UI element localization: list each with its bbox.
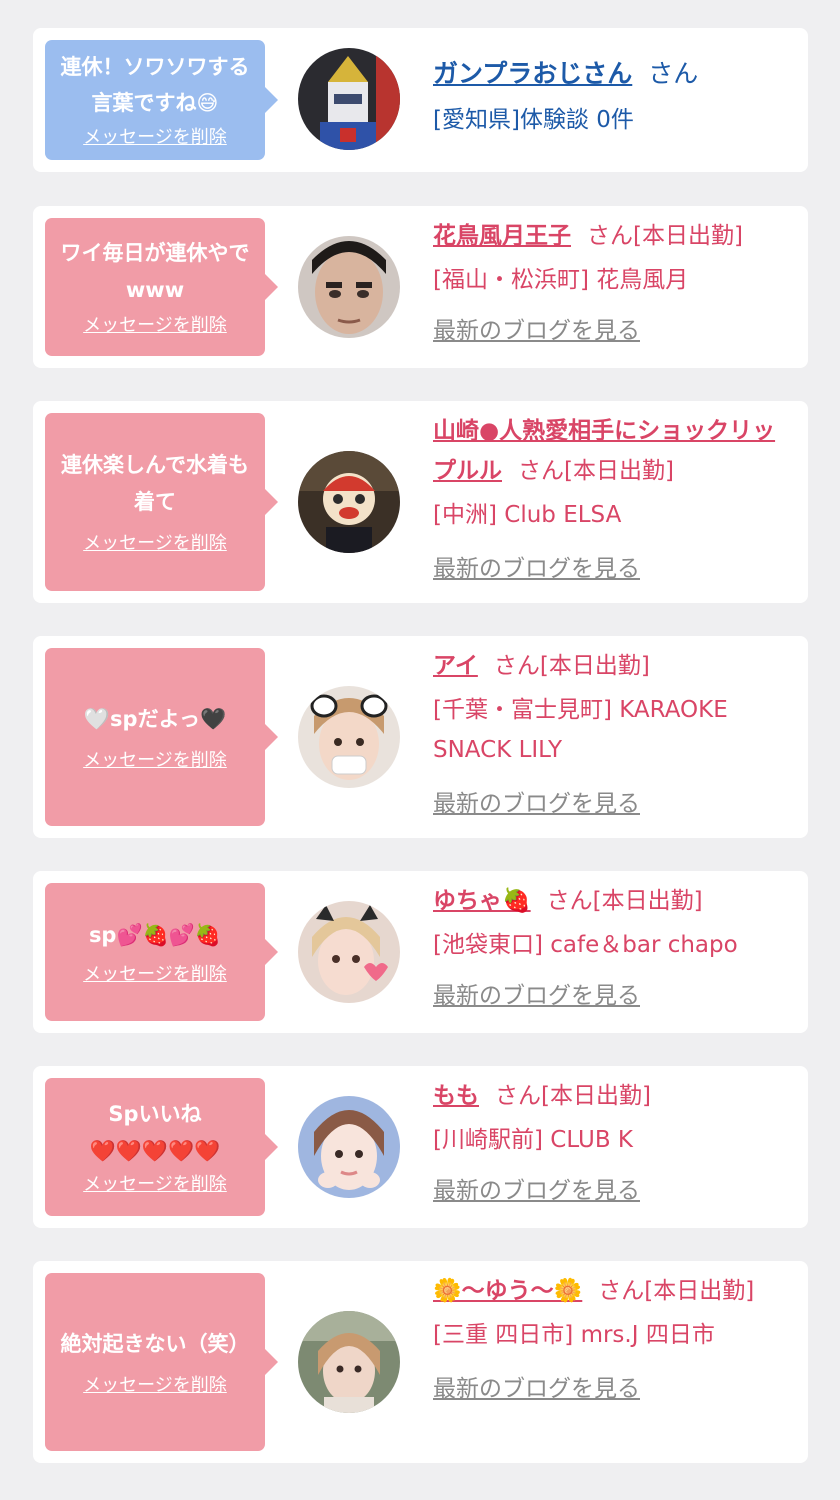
list-item: sp💕🍓💕🍓 メッセージを削除 ゆちゃ🍓 さん[本日出勤] [池袋東口] cafe… — [33, 871, 808, 1033]
user-suffix: さん[本日出勤] — [493, 653, 650, 679]
message-bubble: 🤍spだよっ🖤 メッセージを削除 — [45, 648, 278, 826]
message-list: 連休！ソワソワする言葉ですね😅 メッセージを削除 ガンプラおじさん さん [愛知県… — [0, 0, 840, 1500]
message-text: 🤍spだよっ🖤 — [83, 706, 227, 731]
name-line: アイ さん[本日出勤] — [433, 646, 793, 686]
message-bubble: sp💕🍓💕🍓 メッセージを削除 — [45, 883, 278, 1021]
name-line: ゆちゃ🍓 さん[本日出勤] — [433, 881, 793, 921]
user-suffix: さん[本日出勤] — [495, 1083, 651, 1109]
list-item: ワイ毎日が連休やでwww メッセージを削除 花鳥風月王子 さん[本日出勤] [福山… — [33, 206, 808, 368]
message-bubble: 絶対起きない（笑） メッセージを削除 — [45, 1273, 278, 1451]
user-location: [千葉・富士見町] KARAOKE SNACK LILY — [433, 697, 728, 763]
name-line: ガンプラおじさん さん — [433, 54, 793, 94]
delete-message-link[interactable]: メッセージを削除 — [83, 125, 227, 151]
user-info: ガンプラおじさん さん [愛知県]体験談 0件 — [433, 54, 793, 140]
user-suffix: さん[本日出勤] — [587, 223, 743, 249]
message-text: 連休！ソワソワする言葉ですね😅 — [60, 55, 250, 115]
message-text: sp💕🍓💕🍓 — [88, 922, 222, 947]
list-item: Spいいね ❤️❤️❤️❤️❤️ メッセージを削除 もも さん[本日出勤] [川崎… — [33, 1066, 808, 1228]
name-line: 🌼〜ゆう〜🌼 さん[本日出勤] — [433, 1271, 783, 1311]
latest-blog-link[interactable]: 最新のブログを見る — [433, 784, 793, 824]
message-text: 絶対起きない（笑） — [60, 1331, 250, 1356]
delete-message-link[interactable]: メッセージを削除 — [83, 531, 227, 557]
user-suffix: さん[本日出勤] — [546, 888, 703, 914]
delete-message-link[interactable]: メッセージを削除 — [83, 313, 227, 339]
user-info: もも さん[本日出勤] [川崎駅前] CLUB K 最新のブログを見る — [433, 1076, 793, 1211]
latest-blog-link[interactable]: 最新のブログを見る — [433, 976, 793, 1016]
delete-message-link[interactable]: メッセージを削除 — [83, 962, 227, 988]
user-suffix: さん[本日出勤] — [518, 458, 674, 484]
list-item: 連休楽しんで水着も着て メッセージを削除 山崎●人熟愛相手にショックリップルルさ… — [33, 401, 808, 603]
user-name-link[interactable]: ガンプラおじさん — [433, 59, 632, 88]
user-suffix: さん — [648, 59, 699, 88]
avatar[interactable] — [298, 236, 400, 338]
message-bubble: Spいいね ❤️❤️❤️❤️❤️ メッセージを削除 — [45, 1078, 278, 1216]
list-item: 連休！ソワソワする言葉ですね😅 メッセージを削除 ガンプラおじさん さん [愛知県… — [33, 28, 808, 172]
user-info: ゆちゃ🍓 さん[本日出勤] [池袋東口] cafe＆bar chapo 最新のブロ… — [433, 881, 793, 1016]
message-text: Spいいね ❤️❤️❤️❤️❤️ — [89, 1102, 221, 1163]
user-info: 山崎●人熟愛相手にショックリップルル さん[本日出勤] [中洲] Club ELS… — [433, 411, 793, 589]
name-line: 花鳥風月王子 さん[本日出勤] — [433, 216, 793, 256]
user-location: [三重 四日市] mrs.J 四日市 — [433, 1322, 715, 1348]
latest-blog-link[interactable]: 最新のブログを見る — [433, 1171, 793, 1211]
list-item: 絶対起きない（笑） メッセージを削除 🌼〜ゆう〜🌼 さん[本日出勤] [三重 四日… — [33, 1261, 808, 1463]
user-name-link[interactable]: アイ — [433, 653, 478, 679]
avatar[interactable] — [298, 1096, 400, 1198]
avatar[interactable] — [298, 686, 400, 788]
user-name-link[interactable]: もも — [433, 1083, 479, 1109]
list-item: 🤍spだよっ🖤 メッセージを削除 アイ さん[本日出勤] [千葉・富士見町] KA… — [33, 636, 808, 838]
latest-blog-link[interactable]: 最新のブログを見る — [433, 549, 793, 589]
message-text: ワイ毎日が連休やでwww — [60, 241, 250, 302]
user-location: [川崎駅前] CLUB K — [433, 1127, 633, 1153]
user-name-link[interactable]: ゆちゃ🍓 — [433, 888, 531, 914]
user-location: [池袋東口] cafe＆bar chapo — [433, 932, 738, 958]
delete-message-link[interactable]: メッセージを削除 — [83, 1373, 227, 1399]
avatar[interactable] — [298, 48, 400, 150]
user-name-link[interactable]: 花鳥風月王子 — [433, 223, 571, 249]
user-info: 花鳥風月王子 さん[本日出勤] [福山・松浜町] 花鳥風月 最新のブログを見る — [433, 216, 793, 351]
latest-blog-link[interactable]: 最新のブログを見る — [433, 1369, 793, 1409]
message-text: 連休楽しんで水着も着て — [61, 453, 249, 514]
user-suffix: さん[本日出勤] — [598, 1278, 755, 1304]
message-bubble: 連休！ソワソワする言葉ですね😅 メッセージを削除 — [45, 40, 278, 160]
message-bubble: 連休楽しんで水着も着て メッセージを削除 — [45, 413, 278, 591]
user-info: 🌼〜ゆう〜🌼 さん[本日出勤] [三重 四日市] mrs.J 四日市 最新のブログ… — [433, 1271, 793, 1409]
name-line: 山崎●人熟愛相手にショックリップルル さん[本日出勤] — [433, 411, 793, 491]
avatar[interactable] — [298, 1311, 400, 1413]
avatar[interactable] — [298, 901, 400, 1003]
avatar[interactable] — [298, 451, 400, 553]
user-location: [福山・松浜町] 花鳥風月 — [433, 267, 689, 293]
delete-message-link[interactable]: メッセージを削除 — [83, 748, 227, 774]
latest-blog-link[interactable]: 最新のブログを見る — [433, 311, 793, 351]
message-bubble: ワイ毎日が連休やでwww メッセージを削除 — [45, 218, 278, 356]
delete-message-link[interactable]: メッセージを削除 — [83, 1172, 227, 1198]
user-location: [中洲] Club ELSA — [433, 502, 622, 528]
user-name-link[interactable]: 🌼〜ゆう〜🌼 — [433, 1278, 582, 1304]
user-info: アイ さん[本日出勤] [千葉・富士見町] KARAOKE SNACK LILY … — [433, 646, 793, 824]
user-location: [愛知県]体験談 0件 — [433, 107, 634, 133]
name-line: もも さん[本日出勤] — [433, 1076, 793, 1116]
